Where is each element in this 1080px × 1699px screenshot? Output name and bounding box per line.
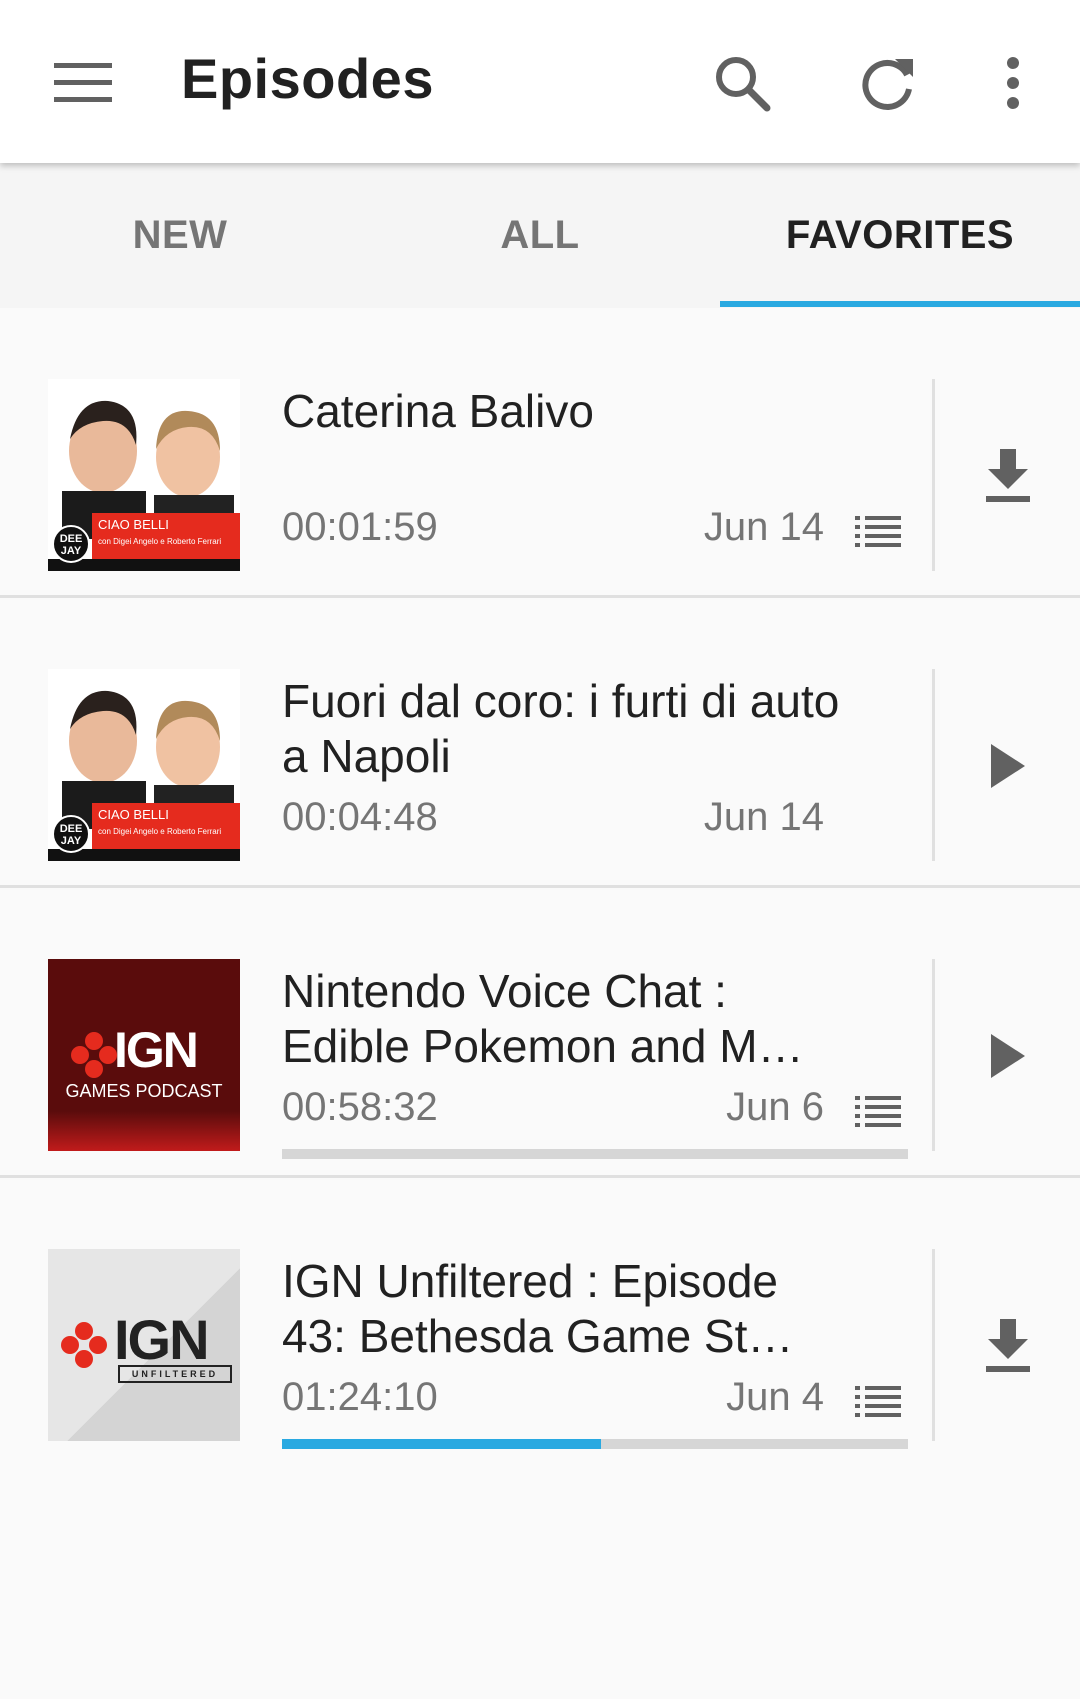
ign-subtitle: UNFILTERED [118,1365,232,1383]
ign-subtitle: GAMES PODCAST [65,1081,223,1101]
download-button[interactable] [960,1298,1056,1394]
episode-title: Fuori dal coro: i furti di auto a Napoli [282,675,840,782]
ign-logo: IGN [114,1022,199,1078]
tab-indicator [720,301,1080,307]
progress-fill [282,1439,602,1449]
playback-progress [282,1149,908,1159]
episode-title: IGN Unfiltered : Episode 43: Bethesda Ga… [282,1255,794,1362]
menu-icon[interactable] [38,38,128,128]
episode-duration: 00:01:59 [282,505,438,549]
episode-title: Caterina Balivo [282,385,594,437]
episode-date: Jun 14 [703,795,824,839]
episode-duration: 00:58:32 [282,1085,438,1129]
queue-icon [855,516,901,547]
list-item[interactable]: IGN GAMES PODCAST Nintendo Voice Chat : … [0,888,1080,1178]
episode-date: Jun 4 [726,1375,824,1419]
podcast-credits: con Digei Angelo e Roberto Ferrari [98,827,222,836]
divider [932,1249,935,1441]
podcast-banner: CIAO BELLI con Digei Angelo e Roberto Fer… [92,513,240,559]
list-item[interactable]: CIAO BELLI con Digei Angelo e Roberto Fer… [0,598,1080,888]
episode-title: Nintendo Voice Chat : Edible Pokemon and… [282,965,804,1072]
refresh-icon[interactable] [842,38,932,128]
episode-date: Jun 14 [703,505,824,549]
download-icon [986,1319,1030,1372]
list-item[interactable]: CIAO BELLI con Digei Angelo e Roberto Fer… [0,308,1080,598]
download-icon [986,449,1030,502]
deejay-logo: DEE JAY [52,815,90,853]
queue-icon [855,1096,901,1127]
playback-progress [282,1439,908,1449]
episode-list: CIAO BELLI con Digei Angelo e Roberto Fer… [0,308,1080,1468]
divider [932,379,935,571]
podcast-thumbnail: CIAO BELLI con Digei Angelo e Roberto Fer… [48,669,240,861]
list-item[interactable]: IGN UNFILTERED IGN Unfiltered : Episode … [0,1178,1080,1468]
podcast-thumbnail: IGN UNFILTERED [48,1249,240,1441]
page-title: Episodes [181,47,434,110]
tab-bar: NEW ALL FAVORITES [0,163,1080,308]
episode-duration: 00:04:48 [282,795,438,839]
podcast-name: CIAO BELLI [98,517,169,532]
episode-duration: 01:24:10 [282,1375,438,1419]
podcast-name: CIAO BELLI [98,807,169,822]
episode-date: Jun 6 [726,1085,824,1129]
play-icon [991,744,1025,788]
ign-logo: IGN [114,1308,210,1371]
divider [932,669,935,861]
tab-all[interactable]: ALL [360,163,720,308]
deejay-logo: DEE JAY [52,525,90,563]
divider [932,959,935,1151]
more-vert-icon[interactable] [968,38,1058,128]
app-bar: Episodes [0,0,1080,163]
queue-icon [855,1386,901,1417]
podcast-banner: CIAO BELLI con Digei Angelo e Roberto Fer… [92,803,240,849]
play-button[interactable] [960,718,1056,814]
podcast-credits: con Digei Angelo e Roberto Ferrari [98,537,222,546]
podcast-thumbnail: IGN GAMES PODCAST [48,959,240,1151]
play-button[interactable] [960,1008,1056,1104]
play-icon [991,1034,1025,1078]
podcast-thumbnail: CIAO BELLI con Digei Angelo e Roberto Fer… [48,379,240,571]
search-icon[interactable] [697,38,787,128]
tab-new[interactable]: NEW [0,163,360,308]
download-button[interactable] [960,428,1056,524]
tab-favorites[interactable]: FAVORITES [720,163,1080,308]
